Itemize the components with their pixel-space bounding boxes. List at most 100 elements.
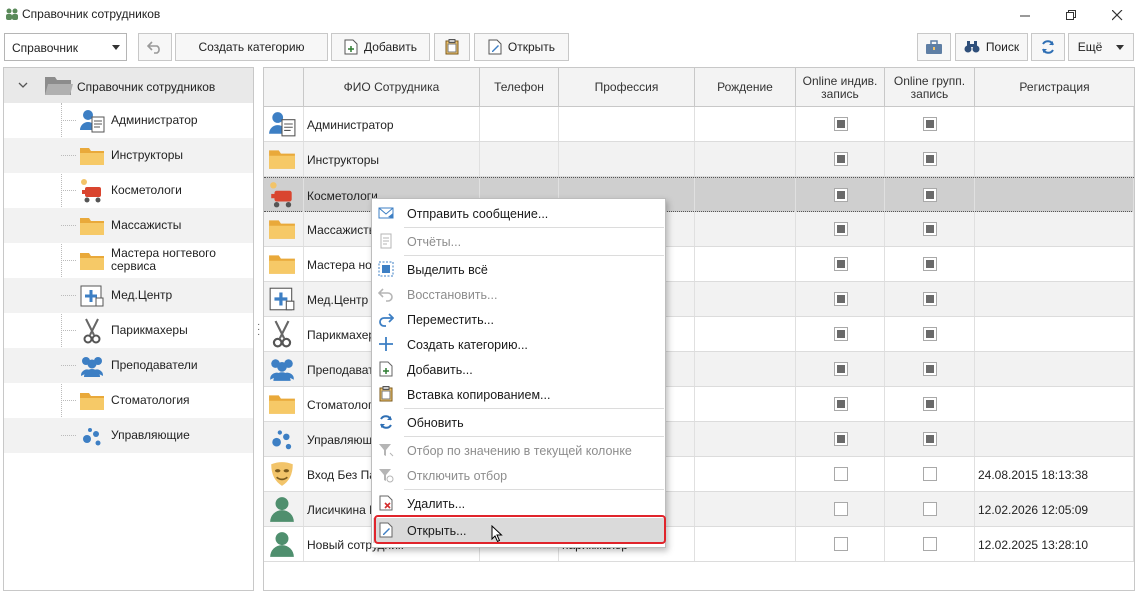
table-cell[interactable] bbox=[695, 492, 796, 526]
table-cell[interactable]: 24.08.2015 18:13:38 bbox=[975, 457, 1134, 491]
table-cell[interactable] bbox=[975, 352, 1134, 386]
online-grp-checkbox[interactable] bbox=[923, 327, 937, 341]
table-cell[interactable] bbox=[695, 527, 796, 561]
table-cell[interactable] bbox=[695, 422, 796, 456]
online-ind-checkbox[interactable] bbox=[834, 502, 848, 516]
table-cell[interactable] bbox=[975, 422, 1134, 456]
online-grp-checkbox[interactable] bbox=[923, 292, 937, 306]
open-button[interactable]: Открыть bbox=[474, 33, 569, 61]
refresh-button[interactable] bbox=[1031, 33, 1065, 61]
table-cell[interactable] bbox=[264, 352, 304, 386]
table-cell[interactable] bbox=[264, 422, 304, 456]
table-cell[interactable] bbox=[885, 492, 975, 526]
table-cell[interactable] bbox=[885, 178, 975, 212]
table-cell[interactable] bbox=[885, 422, 975, 456]
table-row[interactable]: Администратор bbox=[264, 107, 1134, 142]
menu-disable-filter[interactable]: Отключить отбор bbox=[373, 463, 664, 488]
table-cell[interactable] bbox=[885, 212, 975, 246]
splitter-handle[interactable]: · · · bbox=[257, 320, 260, 340]
collapse-chevron-icon[interactable] bbox=[18, 80, 28, 90]
online-ind-checkbox[interactable] bbox=[834, 292, 848, 306]
table-cell[interactable] bbox=[264, 107, 304, 141]
online-grp-checkbox[interactable] bbox=[923, 502, 937, 516]
table-cell[interactable] bbox=[796, 317, 885, 351]
table-cell[interactable] bbox=[796, 352, 885, 386]
table-cell[interactable] bbox=[796, 492, 885, 526]
table-cell[interactable] bbox=[264, 457, 304, 491]
tree-item[interactable]: Инструкторы bbox=[4, 138, 253, 173]
search-button[interactable]: Поиск bbox=[955, 33, 1028, 61]
table-cell[interactable] bbox=[885, 247, 975, 281]
header-online-grp[interactable]: Online групп. запись bbox=[885, 68, 975, 107]
tree-item[interactable]: Преподаватели bbox=[4, 348, 253, 383]
header-online-ind[interactable]: Online индив. запись bbox=[796, 68, 885, 107]
directory-select[interactable]: Справочник bbox=[4, 33, 127, 61]
header-birth[interactable]: Рождение bbox=[695, 68, 796, 107]
tree-item[interactable]: Мед.Центр bbox=[4, 278, 253, 313]
tree-item[interactable]: Мастера ногтевого сервиса bbox=[4, 243, 253, 278]
add-button[interactable]: Добавить bbox=[331, 33, 430, 61]
tree-item[interactable]: Администратор bbox=[4, 103, 253, 138]
header-registration[interactable]: Регистрация bbox=[975, 68, 1134, 107]
menu-send-message[interactable]: Отправить сообщение... bbox=[373, 201, 664, 226]
online-ind-checkbox[interactable] bbox=[834, 188, 848, 202]
online-ind-checkbox[interactable] bbox=[834, 257, 848, 271]
table-cell[interactable] bbox=[975, 178, 1134, 212]
table-cell[interactable] bbox=[975, 212, 1134, 246]
online-grp-checkbox[interactable] bbox=[923, 188, 937, 202]
menu-restore[interactable]: Восстановить... bbox=[373, 282, 664, 307]
online-ind-checkbox[interactable] bbox=[834, 327, 848, 341]
minimize-button[interactable] bbox=[1002, 0, 1048, 30]
menu-reports[interactable]: Отчёты... bbox=[373, 229, 664, 254]
tree-root-item[interactable]: Справочник сотрудников bbox=[4, 68, 253, 103]
online-grp-checkbox[interactable] bbox=[923, 467, 937, 481]
online-grp-checkbox[interactable] bbox=[923, 152, 937, 166]
tree-item[interactable]: Массажисты bbox=[4, 208, 253, 243]
table-row[interactable]: Инструкторы bbox=[264, 142, 1134, 177]
table-cell[interactable] bbox=[885, 282, 975, 316]
online-ind-checkbox[interactable] bbox=[834, 467, 848, 481]
table-cell[interactable] bbox=[264, 317, 304, 351]
table-cell[interactable] bbox=[796, 212, 885, 246]
menu-refresh[interactable]: Обновить bbox=[373, 410, 664, 435]
restore-button[interactable] bbox=[1048, 0, 1094, 30]
online-grp-checkbox[interactable] bbox=[923, 222, 937, 236]
table-cell[interactable] bbox=[695, 352, 796, 386]
menu-create-category[interactable]: Создать категорию... bbox=[373, 332, 664, 357]
header-phone[interactable]: Телефон bbox=[480, 68, 559, 107]
table-cell[interactable] bbox=[975, 282, 1134, 316]
undo-button[interactable] bbox=[138, 33, 172, 61]
table-cell[interactable] bbox=[796, 422, 885, 456]
table-cell[interactable] bbox=[695, 142, 796, 176]
table-cell[interactable] bbox=[559, 107, 695, 141]
table-cell[interactable] bbox=[975, 317, 1134, 351]
tree-item[interactable]: Косметологи bbox=[4, 173, 253, 208]
table-cell[interactable] bbox=[264, 247, 304, 281]
online-grp-checkbox[interactable] bbox=[923, 537, 937, 551]
more-menu-button[interactable]: Ещё bbox=[1068, 33, 1134, 61]
table-cell[interactable] bbox=[796, 527, 885, 561]
online-ind-checkbox[interactable] bbox=[834, 222, 848, 236]
table-cell[interactable] bbox=[264, 178, 304, 212]
table-cell[interactable] bbox=[975, 142, 1134, 176]
table-cell[interactable] bbox=[695, 247, 796, 281]
table-cell[interactable]: Администратор bbox=[304, 107, 480, 141]
tree-item[interactable]: Стоматология bbox=[4, 383, 253, 418]
table-cell[interactable] bbox=[796, 142, 885, 176]
table-cell[interactable] bbox=[885, 107, 975, 141]
table-cell[interactable] bbox=[796, 387, 885, 421]
staff-card-button[interactable] bbox=[917, 33, 951, 61]
menu-select-all[interactable]: Выделить всё bbox=[373, 257, 664, 282]
tree-item[interactable]: Парикмахеры bbox=[4, 313, 253, 348]
tree-item[interactable]: Управляющие bbox=[4, 418, 253, 453]
table-cell[interactable] bbox=[559, 142, 695, 176]
table-cell[interactable] bbox=[885, 387, 975, 421]
table-cell[interactable] bbox=[796, 178, 885, 212]
header-fio[interactable]: ФИО Сотрудника bbox=[304, 68, 480, 107]
table-cell[interactable] bbox=[975, 107, 1134, 141]
table-cell[interactable] bbox=[480, 142, 559, 176]
table-cell[interactable] bbox=[885, 527, 975, 561]
table-cell[interactable] bbox=[264, 142, 304, 176]
table-cell[interactable] bbox=[695, 457, 796, 491]
online-ind-checkbox[interactable] bbox=[834, 432, 848, 446]
